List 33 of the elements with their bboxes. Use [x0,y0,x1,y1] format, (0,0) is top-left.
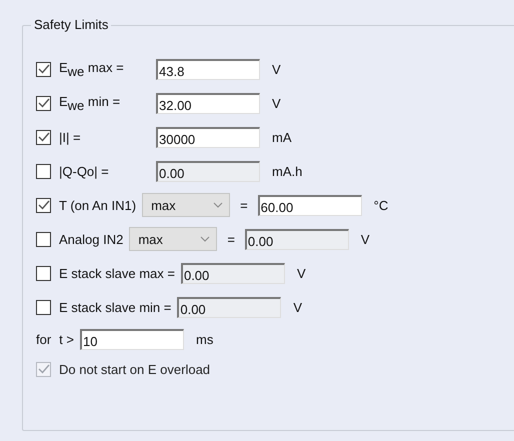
field-label: E stack slave max = [59,266,175,280]
group-title: Safety Limits [31,17,112,32]
equals-sign: = [227,232,235,246]
field-label: |I| = [59,130,82,144]
checkbox[interactable] [36,96,51,110]
input-field[interactable]: 43.8 [156,58,260,80]
unit-label: mA.h [272,164,302,178]
field-label: t > [59,332,74,346]
field-label: Analog IN2 [59,232,124,246]
unit-label: mA [272,130,292,144]
input-field[interactable]: 60.00 [258,194,362,216]
field-label: E stack slave min = [59,300,172,314]
checkbox[interactable] [36,130,51,144]
chevron-down-icon [200,236,210,242]
checkbox[interactable] [36,62,51,76]
unit-label: V [272,62,281,76]
unit-label: ms [196,332,214,346]
input-field[interactable]: 10 [80,328,184,350]
checkbox[interactable] [36,198,51,212]
equals-sign: = [240,198,248,212]
input-field[interactable]: 32.00 [156,92,260,114]
unit-label: V [272,96,281,110]
unit-label: °C [374,198,388,212]
field-label: for [36,332,52,346]
unit-label: V [296,266,306,280]
checkbox-label: Do not start on E overload [59,362,210,376]
dropdown[interactable]: max [142,193,230,217]
field-label: |Q-Qo| = [59,164,110,178]
unit-label: V [360,232,370,246]
field-label: T (on An IN1) [59,198,136,212]
chevron-down-icon [213,202,224,208]
unit-label: V [293,300,302,314]
input-field[interactable]: 30000 [156,126,260,148]
